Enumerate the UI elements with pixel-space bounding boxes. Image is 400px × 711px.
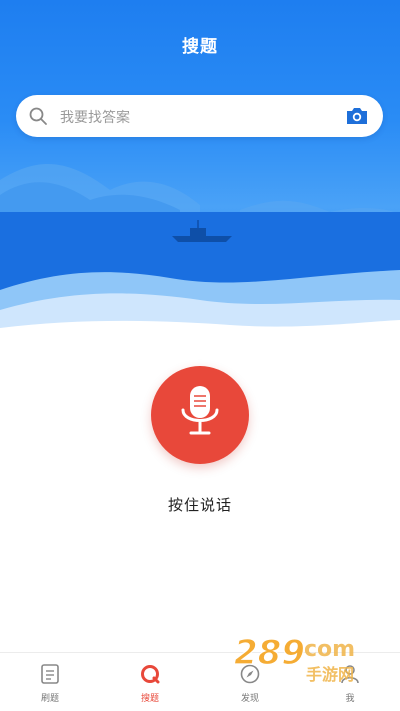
header-hero: 搜题 我要找答案 <box>0 0 400 345</box>
tab-label: 我 <box>345 694 355 704</box>
search-tab-icon <box>141 665 160 684</box>
svg-text:289: 289 <box>234 633 305 673</box>
tab-search[interactable]: 搜题 <box>100 653 200 711</box>
svg-text:com: com <box>304 637 355 662</box>
page-title: 搜题 <box>182 37 218 57</box>
search-input[interactable]: 我要找答案 <box>60 107 130 127</box>
search-bar[interactable]: 我要找答案 <box>16 95 383 137</box>
site-watermark: 289 com 手游网 <box>230 628 400 688</box>
tab-practice[interactable]: 刷题 <box>0 653 100 711</box>
microphone-icon <box>181 386 219 435</box>
hold-to-speak-label: 按住说话 <box>167 496 232 514</box>
tab-label: 发现 <box>240 694 259 704</box>
camera-icon[interactable] <box>345 106 369 126</box>
voice-button[interactable] <box>151 366 249 464</box>
tab-label: 搜题 <box>140 694 159 704</box>
tab-label: 刷题 <box>40 694 59 704</box>
sea-illustration <box>0 164 400 345</box>
document-icon <box>41 664 59 684</box>
search-icon <box>29 107 47 125</box>
svg-text:手游网: 手游网 <box>306 665 354 684</box>
